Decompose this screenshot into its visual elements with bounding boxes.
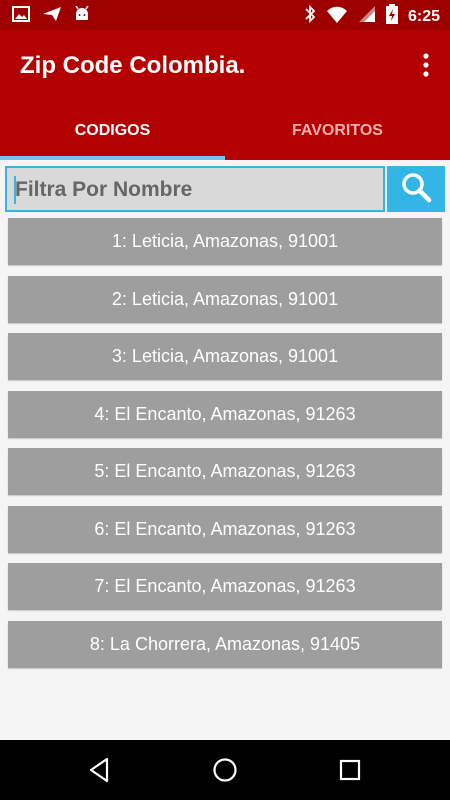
wifi-icon <box>326 5 348 28</box>
status-system: 6:25 <box>304 4 440 29</box>
android-icon <box>74 5 90 27</box>
back-icon[interactable] <box>84 755 114 785</box>
tab-codigos[interactable]: CODIGOS <box>0 102 225 160</box>
search-button[interactable] <box>387 166 445 212</box>
home-icon[interactable] <box>210 755 240 785</box>
status-time: 6:25 <box>407 7 440 25</box>
search-icon <box>400 171 432 208</box>
battery-icon <box>385 4 398 29</box>
tab-favoritos[interactable]: FAVORITOS <box>225 102 450 160</box>
send-icon <box>42 6 62 27</box>
more-vert-icon[interactable] <box>416 52 436 80</box>
list-item[interactable]: 8: La Chorrera, Amazonas, 91405 <box>8 620 442 668</box>
app-title: Zip Code Colombia. <box>20 52 246 79</box>
list-item[interactable]: 1: Leticia, Amazonas, 91001 <box>8 218 442 265</box>
bluetooth-icon <box>304 4 316 29</box>
app-bar: Zip Code Colombia. <box>0 30 450 102</box>
status-bar: 6:25 <box>0 0 450 30</box>
list-item[interactable]: 3: Leticia, Amazonas, 91001 <box>8 333 442 380</box>
list-item[interactable]: 7: El Encanto, Amazonas, 91263 <box>8 563 442 610</box>
tab-indicator <box>0 156 225 160</box>
list-item[interactable]: 6: El Encanto, Amazonas, 91263 <box>8 505 442 553</box>
search-input[interactable] <box>13 168 377 212</box>
zip-code-list: 1: Leticia, Amazonas, 91001 2: Leticia, … <box>8 218 442 678</box>
image-icon <box>12 6 30 27</box>
list-item[interactable]: 4: El Encanto, Amazonas, 91263 <box>8 390 442 438</box>
list-item[interactable]: 5: El Encanto, Amazonas, 91263 <box>8 448 442 495</box>
search-box <box>5 166 385 212</box>
signal-icon <box>358 5 376 28</box>
tab-bar: CODIGOS FAVORITOS <box>0 102 450 160</box>
status-notifications <box>12 5 90 27</box>
list-item[interactable]: 2: Leticia, Amazonas, 91001 <box>8 275 442 323</box>
recents-icon[interactable] <box>335 755 365 785</box>
navigation-bar <box>0 740 450 800</box>
